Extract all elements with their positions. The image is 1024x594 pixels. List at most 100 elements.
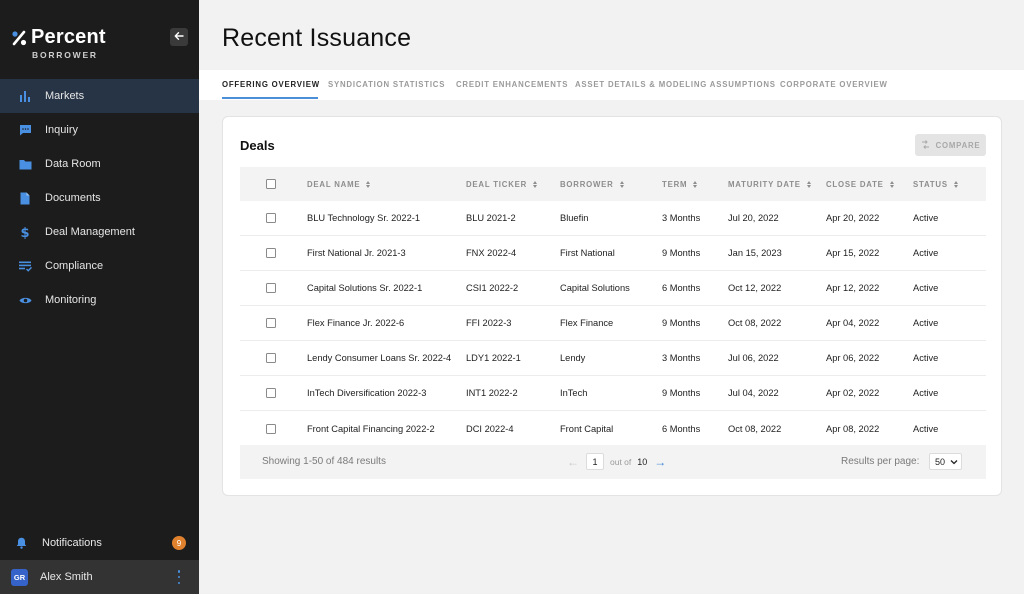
table-row[interactable]: InTech Diversification 2022-3 INT1 2022-…: [240, 376, 986, 411]
table-row[interactable]: First National Jr. 2021-3 FNX 2022-4 Fir…: [240, 236, 986, 271]
sort-icon: [953, 180, 958, 188]
sidebar-item-label: Deal Management: [45, 226, 135, 238]
table-row[interactable]: Flex Finance Jr. 2022-6 FFI 2022-3 Flex …: [240, 306, 986, 341]
notifications-item[interactable]: Notifications 9: [0, 526, 199, 560]
avatar: GR: [11, 568, 28, 586]
results-per-page-select[interactable]: 50: [929, 453, 962, 470]
maturity-date: Jan 15, 2023: [728, 248, 782, 258]
status: Active: [913, 213, 939, 223]
notification-count-badge: 9: [172, 536, 186, 550]
deal-ticker: BLU 2021-2: [466, 213, 516, 223]
status: Active: [913, 318, 939, 328]
maturity-date: Jul 04, 2022: [728, 388, 779, 398]
table-row[interactable]: BLU Technology Sr. 2022-1 BLU 2021-2 Blu…: [240, 201, 986, 236]
status: Active: [913, 388, 939, 398]
sidebar-item-documents[interactable]: Documents: [0, 181, 199, 215]
status: Active: [913, 423, 939, 434]
col-maturity-date[interactable]: MATURITY DATE: [728, 167, 811, 201]
collapse-sidebar-button[interactable]: [170, 28, 188, 46]
select-all-checkbox[interactable]: [266, 167, 276, 201]
tab-offering-overview[interactable]: OFFERING OVERVIEW: [222, 80, 320, 89]
row-checkbox[interactable]: [266, 306, 276, 340]
row-checkbox[interactable]: [266, 236, 276, 270]
compare-icon: [921, 139, 930, 151]
sidebar-item-inquiry[interactable]: Inquiry: [0, 113, 199, 147]
borrower: Lendy: [560, 353, 586, 363]
chat-icon: [18, 123, 32, 137]
more-vertical-icon[interactable]: [176, 570, 182, 584]
percent-logo-icon: [11, 30, 27, 46]
sidebar-item-data-room[interactable]: Data Room: [0, 147, 199, 181]
table-row[interactable]: Capital Solutions Sr. 2022-1 CSI1 2022-2…: [240, 271, 986, 306]
compare-button[interactable]: COMPARE: [915, 134, 986, 156]
tab-asset-details[interactable]: ASSET DETAILS & MODELING ASSUMPTIONS: [575, 80, 776, 89]
sidebar-item-monitoring[interactable]: Monitoring: [0, 283, 199, 317]
borrower: Front Capital: [560, 423, 614, 434]
prev-page-icon[interactable]: ←: [566, 455, 580, 469]
row-checkbox[interactable]: [266, 376, 276, 410]
term: 9 Months: [662, 318, 701, 328]
active-tab-indicator: [222, 97, 318, 99]
deal-ticker: DCI 2022-4: [466, 423, 514, 434]
tab-corporate-overview[interactable]: CORPORATE OVERVIEW: [780, 80, 888, 89]
row-checkbox[interactable]: [266, 201, 276, 235]
svg-text:$: $: [20, 226, 29, 239]
deal-ticker: LDY1 2022-1: [466, 353, 521, 363]
sort-icon: [693, 180, 698, 188]
col-close-date[interactable]: CLOSE DATE: [826, 167, 894, 201]
tab-credit-enhancements[interactable]: CREDIT ENHANCEMENTS: [456, 80, 568, 89]
tab-bar: OFFERING OVERVIEW SYNDICATION STATISTICS…: [199, 70, 1024, 100]
user-name: Alex Smith: [40, 571, 93, 583]
sidebar-item-markets[interactable]: Markets: [0, 79, 199, 113]
sidebar-item-compliance[interactable]: Compliance: [0, 249, 199, 283]
term: 6 Months: [662, 423, 701, 434]
page-number-input[interactable]: 1: [586, 453, 604, 470]
close-date: Apr 12, 2022: [826, 283, 880, 293]
col-term[interactable]: TERM: [662, 167, 698, 201]
sort-icon: [619, 180, 624, 188]
close-date: Apr 20, 2022: [826, 213, 880, 223]
col-status[interactable]: STATUS: [913, 167, 958, 201]
sort-icon: [533, 180, 538, 188]
deal-name: InTech Diversification 2022-3: [307, 388, 427, 398]
close-date: Apr 02, 2022: [826, 388, 880, 398]
maturity-date: Oct 12, 2022: [728, 283, 782, 293]
row-checkbox[interactable]: [266, 271, 276, 305]
compare-label: COMPARE: [935, 140, 981, 150]
status: Active: [913, 353, 939, 363]
row-checkbox[interactable]: [266, 411, 276, 446]
borrower: Flex Finance: [560, 318, 614, 328]
deal-name: Front Capital Financing 2022-2: [307, 423, 435, 434]
col-borrower[interactable]: BORROWER: [560, 167, 624, 201]
brand-subtitle: BORROWER: [32, 50, 98, 60]
table-footer: Showing 1-50 of 484 results ← 1 out of 1…: [240, 445, 986, 479]
brand-logo[interactable]: Percent BORROWER: [11, 26, 106, 60]
sort-icon: [806, 180, 811, 188]
maturity-date: Jul 06, 2022: [728, 353, 779, 363]
next-page-icon[interactable]: →: [653, 455, 667, 469]
sidebar-item-label: Data Room: [45, 158, 101, 170]
term: 9 Months: [662, 248, 701, 258]
out-of-label: out of: [610, 456, 632, 467]
sidebar-item-deal-management[interactable]: $ Deal Management: [0, 215, 199, 249]
user-menu[interactable]: GR Alex Smith: [0, 560, 199, 594]
deal-ticker: FNX 2022-4: [466, 248, 517, 258]
deal-ticker: CSI1 2022-2: [466, 283, 519, 293]
row-checkbox[interactable]: [266, 341, 276, 375]
table-row[interactable]: Front Capital Financing 2022-2 DCI 2022-…: [240, 411, 986, 446]
deal-name: Lendy Consumer Loans Sr. 2022-4: [307, 353, 452, 363]
deal-ticker: FFI 2022-3: [466, 318, 512, 328]
eye-icon: [18, 293, 32, 307]
table-header: DEAL NAME DEAL TICKER BORROWER TERM MATU…: [240, 167, 986, 201]
maturity-date: Oct 08, 2022: [728, 423, 782, 434]
status: Active: [913, 283, 939, 293]
tab-syndication-statistics[interactable]: SYNDICATION STATISTICS: [328, 80, 445, 89]
col-deal-ticker[interactable]: DEAL TICKER: [466, 167, 538, 201]
maturity-date: Oct 08, 2022: [728, 318, 782, 328]
page-title: Recent Issuance: [222, 24, 412, 52]
deal-ticker: INT1 2022-2: [466, 388, 518, 398]
col-deal-name[interactable]: DEAL NAME: [307, 167, 371, 201]
deals-title: Deals: [240, 138, 275, 153]
folder-icon: [18, 157, 32, 171]
table-row[interactable]: Lendy Consumer Loans Sr. 2022-4 LDY1 202…: [240, 341, 986, 376]
